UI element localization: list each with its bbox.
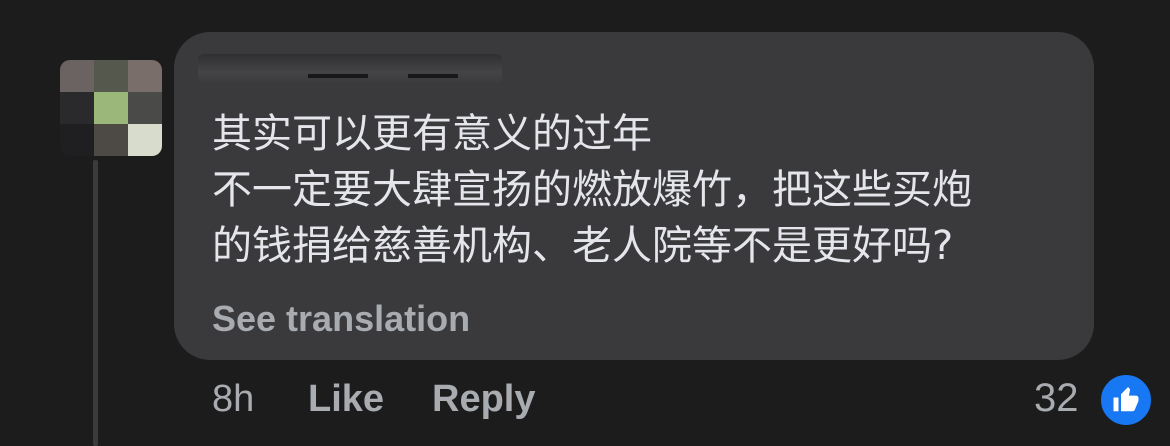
thumbs-up-icon[interactable] [1098,372,1154,428]
avatar[interactable] [60,60,162,156]
reaction-count[interactable]: 32 [1034,376,1079,421]
comment-text: 其实可以更有意义的过年 不一定要大肆宣扬的燃放爆竹，把这些买炮 的钱捐给慈善机构… [212,106,1082,274]
comment-line: 的钱捐给慈善机构、老人院等不是更好吗? [212,223,954,269]
comment-line: 其实可以更有意义的过年 [212,111,652,157]
comment-line: 不一定要大肆宣扬的燃放爆竹，把这些买炮 [212,167,972,213]
thread-line [93,160,98,446]
see-translation-link[interactable]: See translation [212,298,470,340]
like-button[interactable]: Like [308,378,384,421]
commenter-name-redacted[interactable] [198,54,502,84]
thumbs-up-glyph [1113,387,1139,412]
reply-button[interactable]: Reply [432,378,535,421]
timestamp[interactable]: 8h [212,378,254,421]
